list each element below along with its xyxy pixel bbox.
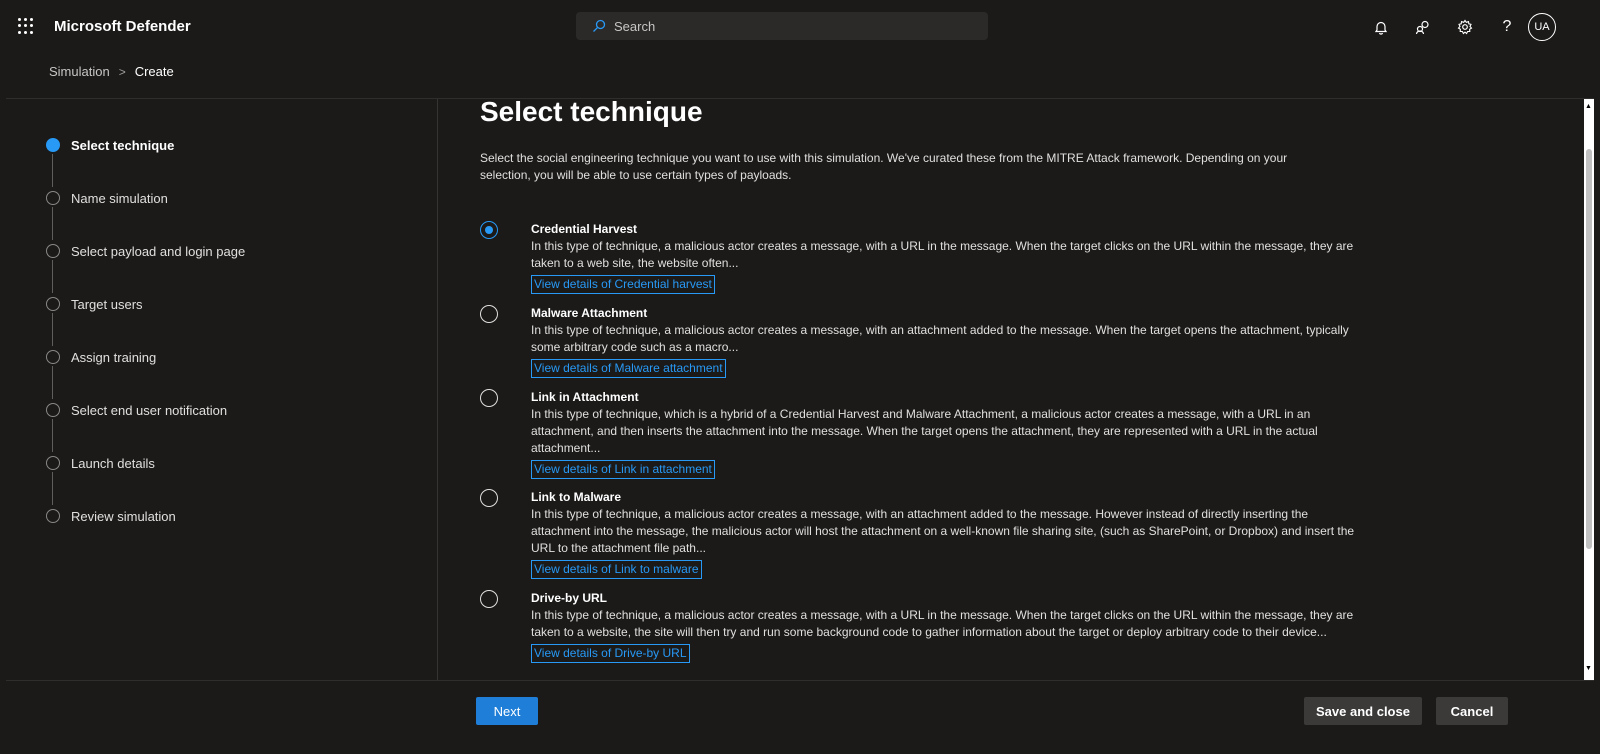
step-label: Select end user notification [71,402,228,418]
option-description: In this type of technique, which is a hy… [531,407,1318,455]
radio-drive-by-url[interactable] [480,590,498,608]
top-bar: Microsoft Defender ? UA [6,6,1594,48]
page-title: Select technique [480,99,703,127]
option-title: Drive-by URL [531,591,608,605]
step-dot-icon [46,509,60,523]
app-title[interactable]: Microsoft Defender [54,18,191,35]
view-details-link[interactable]: View details of Malware attachment [531,359,726,378]
step-connector [52,472,53,505]
bell-icon[interactable] [1368,14,1394,40]
help-icon[interactable]: ? [1494,14,1520,40]
radio-malware-attachment[interactable] [480,305,498,323]
search-box[interactable] [576,12,988,40]
step-connector [52,366,53,399]
option-description: In this type of technique, a malicious a… [531,239,1354,270]
breadcrumb: Simulation > Create [49,64,174,79]
step-connector [52,313,53,346]
view-details-link[interactable]: View details of Link to malware [531,560,702,579]
step-label: Review simulation [71,508,176,524]
step-label: Launch details [71,455,155,471]
step-label: Name simulation [71,190,168,206]
gear-icon[interactable] [1452,14,1478,40]
step-end-user-notification[interactable]: Select end user notification [46,400,227,420]
step-label: Target users [71,296,143,312]
breadcrumb-create: Create [134,64,174,79]
option-title: Malware Attachment [531,306,648,320]
scrollbar-thumb[interactable] [1586,149,1592,549]
intro-text: Select the social engineering technique … [480,151,1288,182]
step-connector [52,207,53,240]
option-description: In this type of technique, a malicious a… [531,323,1349,354]
people-icon[interactable] [1410,14,1436,40]
option-title: Link to Malware [531,490,622,504]
step-label: Select payload and login page [71,243,246,259]
chevron-right-icon: > [118,64,126,79]
option-title: Credential Harvest [531,222,638,236]
step-select-technique[interactable]: Select technique [46,135,174,155]
technique-content: Select technique Select the social engin… [438,99,1552,680]
scroll-down-arrow-icon[interactable]: ▼ [1585,665,1592,672]
step-connector [52,154,53,187]
wizard-panel: Select technique Name simulation Select … [6,98,1594,681]
step-launch-details[interactable]: Launch details [46,453,155,473]
wizard-footer: Next Save and close Cancel [6,680,1594,754]
scroll-up-arrow-icon[interactable]: ▲ [1585,103,1592,110]
step-connector [52,419,53,452]
step-current-dot-icon [46,138,60,152]
view-details-link[interactable]: View details of Link in attachment [531,460,715,479]
avatar[interactable]: UA [1528,13,1556,41]
search-input[interactable] [614,16,974,36]
step-dot-icon [46,191,60,205]
radio-credential-harvest[interactable] [480,221,498,239]
step-review-simulation[interactable]: Review simulation [46,506,176,526]
cancel-button[interactable]: Cancel [1436,697,1508,725]
option-description: In this type of technique, a malicious a… [531,608,1354,639]
step-label: Select technique [71,137,175,153]
search-icon [593,19,606,32]
step-name-simulation[interactable]: Name simulation [46,188,168,208]
radio-link-in-attachment[interactable] [480,389,498,407]
radio-link-to-malware[interactable] [480,489,498,507]
step-dot-icon [46,350,60,364]
step-select-payload[interactable]: Select payload and login page [46,241,245,261]
step-target-users[interactable]: Target users [46,294,143,314]
step-dot-icon [46,403,60,417]
view-details-link[interactable]: View details of Credential harvest [531,275,715,294]
step-dot-icon [46,297,60,311]
option-description: In this type of technique, a malicious a… [531,507,1355,555]
step-assign-training[interactable]: Assign training [46,347,156,367]
next-button[interactable]: Next [476,697,538,725]
step-dot-icon [46,456,60,470]
step-label: Assign training [71,349,157,365]
breadcrumb-simulation[interactable]: Simulation [49,64,110,79]
option-title: Link in Attachment [531,390,639,404]
waffle-icon[interactable] [18,18,34,34]
view-details-link[interactable]: View details of Drive-by URL [531,644,690,663]
step-dot-icon [46,244,60,258]
save-and-close-button[interactable]: Save and close [1304,697,1422,725]
step-connector [52,260,53,293]
wizard-steps: Select technique Name simulation Select … [6,99,438,680]
